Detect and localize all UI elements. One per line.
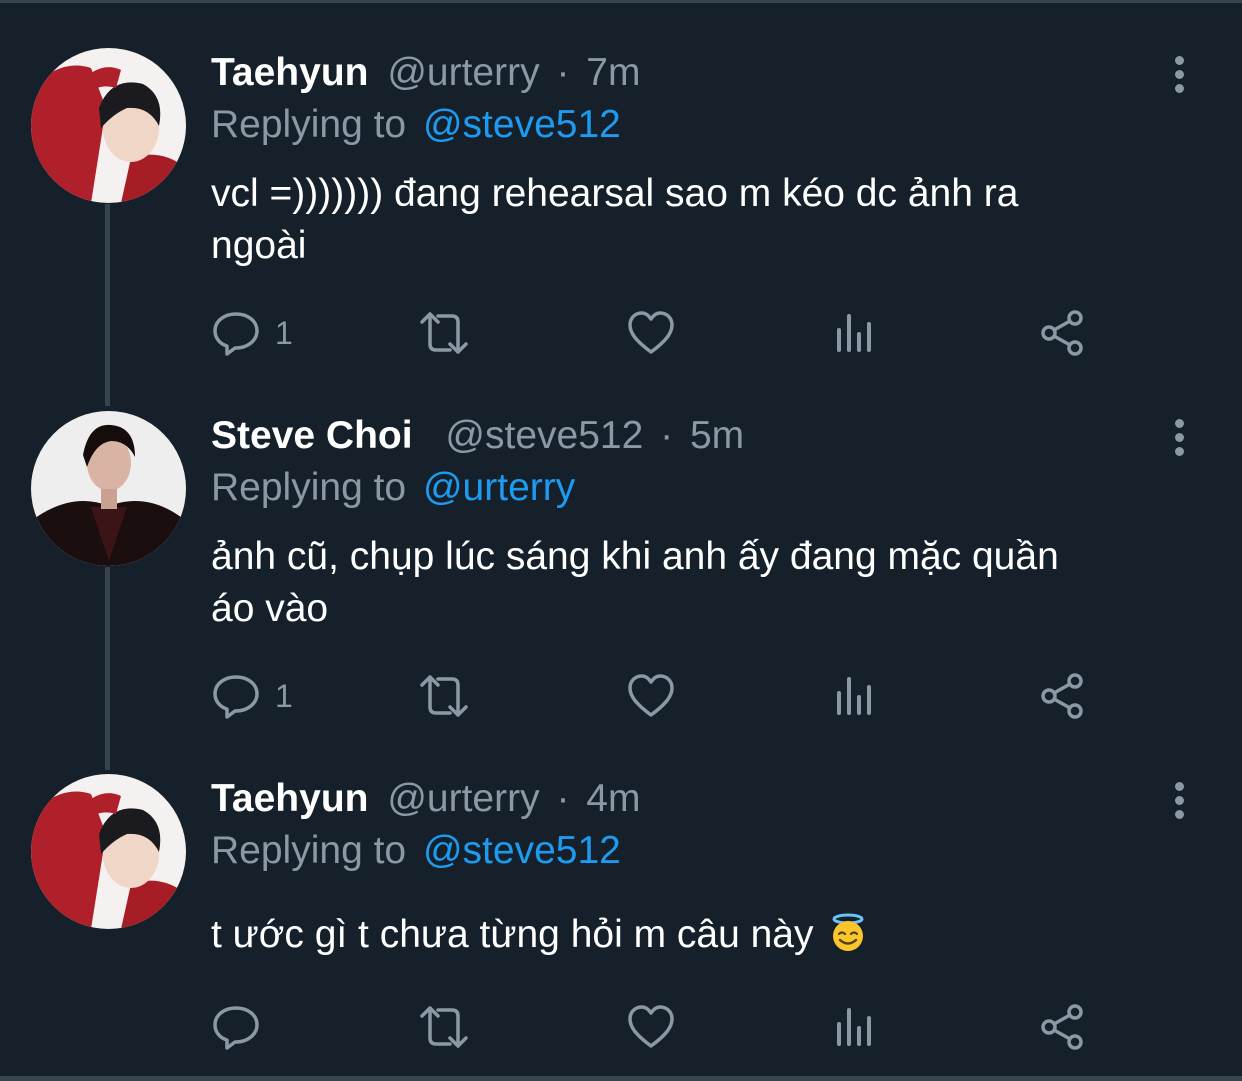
more-icon[interactable]: [1168, 419, 1190, 459]
mention-link[interactable]: @steve512: [423, 829, 621, 872]
avatar[interactable]: [31, 48, 186, 203]
replying-to-line: Replying to @urterry: [211, 463, 575, 513]
tweet-text: t ước gì t chưa từng hỏi m câu này: [211, 910, 1201, 960]
tweet[interactable]: Taehyun @urterry · 7m Replying to @steve…: [0, 48, 1242, 368]
like-button[interactable]: [626, 308, 676, 358]
reply-button[interactable]: 1: [211, 671, 293, 721]
separator-dot: ·: [556, 51, 570, 94]
action-bar: 1: [211, 308, 1111, 358]
reply-count: 1: [275, 314, 293, 351]
share-button[interactable]: [1037, 1002, 1087, 1052]
replying-prefix: Replying to: [211, 829, 407, 872]
tweet-text: ảnh cũ, chụp lúc sáng khi anh ấy đang mặ…: [211, 532, 1201, 634]
display-name[interactable]: Taehyun: [211, 51, 368, 94]
like-button[interactable]: [626, 671, 676, 721]
timestamp[interactable]: 7m: [586, 51, 640, 94]
reply-icon: [213, 1006, 259, 1050]
retweet-icon: [420, 675, 468, 717]
display-name[interactable]: Steve Choi: [211, 414, 413, 457]
top-divider: [0, 0, 1242, 3]
reply-icon: [213, 312, 259, 356]
views-icon: [837, 1008, 871, 1046]
retweet-button[interactable]: [416, 671, 472, 721]
tweet-header: Taehyun @urterry · 4m: [211, 774, 640, 824]
share-button[interactable]: [1037, 308, 1087, 358]
like-icon: [628, 311, 674, 354]
retweet-button[interactable]: [416, 308, 472, 358]
more-icon[interactable]: [1168, 782, 1190, 822]
retweet-icon: [420, 312, 468, 354]
mention-link[interactable]: @steve512: [423, 103, 621, 146]
views-button[interactable]: [833, 671, 879, 721]
like-icon: [628, 1005, 674, 1048]
tweet-header: Steve Choi @steve512 · 5m: [211, 411, 744, 461]
reply-icon: [213, 675, 259, 719]
user-handle[interactable]: @urterry: [387, 51, 539, 94]
tweet-text-line: ngoài: [211, 224, 307, 267]
tweet-header: Taehyun @urterry · 7m: [211, 48, 640, 98]
replying-prefix: Replying to: [211, 103, 407, 146]
replying-to-line: Replying to @steve512: [211, 100, 621, 150]
tweet-text: vcl =))))))) đang rehearsal sao m kéo dc…: [211, 169, 1201, 271]
share-button[interactable]: [1037, 671, 1087, 721]
tweet-text-line: t ước gì t chưa từng hỏi m câu này: [211, 913, 814, 956]
avatar[interactable]: [31, 774, 186, 929]
views-button[interactable]: [833, 1002, 879, 1052]
reply-button[interactable]: 1: [211, 308, 293, 358]
share-icon: [1041, 310, 1083, 356]
timestamp[interactable]: 4m: [586, 777, 640, 820]
more-icon[interactable]: [1168, 56, 1190, 96]
tweet[interactable]: Steve Choi @steve512 · 5m Replying to @u…: [0, 411, 1242, 731]
avatar[interactable]: [31, 411, 186, 566]
views-icon: [837, 677, 871, 715]
action-bar: 1: [211, 671, 1111, 721]
tweet-text-line: áo vào: [211, 587, 329, 630]
like-icon: [628, 674, 674, 717]
separator-dot: ·: [660, 414, 674, 457]
smiling-face-with-halo-icon: [832, 913, 864, 951]
separator-dot: ·: [556, 777, 570, 820]
tweet-text-line: ảnh cũ, chụp lúc sáng khi anh ấy đang mặ…: [211, 535, 1059, 578]
retweet-icon: [420, 1006, 468, 1048]
mention-link[interactable]: @urterry: [423, 466, 575, 509]
reply-count: 1: [275, 677, 293, 714]
display-name[interactable]: Taehyun: [211, 777, 368, 820]
replying-to-line: Replying to @steve512: [211, 826, 621, 876]
user-handle[interactable]: @urterry: [387, 777, 539, 820]
user-handle[interactable]: @steve512: [445, 414, 643, 457]
views-button[interactable]: [833, 308, 879, 358]
action-bar: [211, 1002, 1111, 1052]
share-icon: [1041, 1004, 1083, 1050]
share-icon: [1041, 673, 1083, 719]
tweet-text-line: vcl =))))))) đang rehearsal sao m kéo dc…: [211, 172, 1019, 215]
reply-button[interactable]: [211, 1002, 275, 1052]
tweet[interactable]: Taehyun @urterry · 4m Replying to @steve…: [0, 774, 1242, 1054]
retweet-button[interactable]: [416, 1002, 472, 1052]
replying-prefix: Replying to: [211, 466, 407, 509]
like-button[interactable]: [626, 1002, 676, 1052]
timestamp[interactable]: 5m: [690, 414, 744, 457]
views-icon: [837, 314, 871, 352]
bottom-divider: [0, 1076, 1242, 1081]
